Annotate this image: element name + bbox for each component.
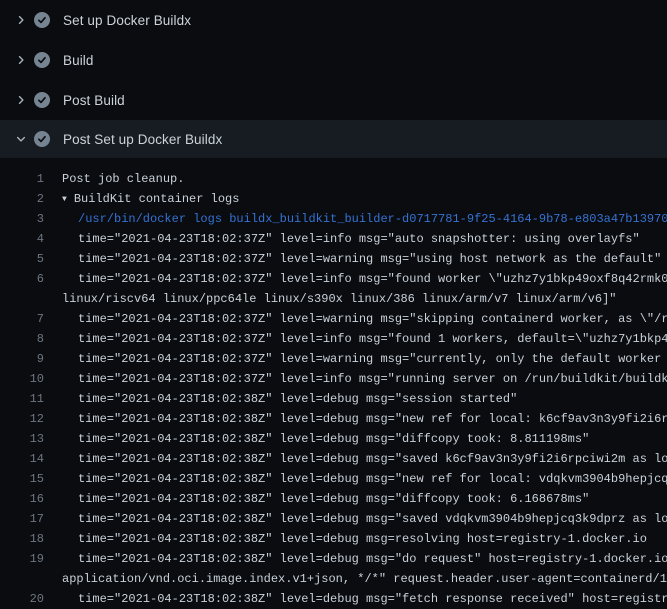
log-text: time="2021-04-23T18:02:37Z" level=info m… bbox=[62, 329, 667, 349]
line-number[interactable]: 12 bbox=[0, 409, 44, 429]
line-number[interactable]: 8 bbox=[0, 329, 44, 349]
check-circle-icon bbox=[34, 12, 50, 28]
log-text: time="2021-04-23T18:02:37Z" level=warnin… bbox=[62, 349, 667, 369]
log-line: 12 time="2021-04-23T18:02:38Z" level=debu… bbox=[0, 409, 667, 429]
log-text: time="2021-04-23T18:02:38Z" level=debug … bbox=[62, 529, 647, 549]
line-number[interactable]: 17 bbox=[0, 509, 44, 529]
triangle-down-icon: ▼ bbox=[62, 190, 67, 210]
check-circle-icon bbox=[34, 131, 50, 147]
log-line: 6 time="2021-04-23T18:02:37Z" level=info … bbox=[0, 269, 667, 289]
line-number[interactable]: 14 bbox=[0, 449, 44, 469]
log-text: time="2021-04-23T18:02:38Z" level=debug … bbox=[62, 589, 667, 609]
log-line: 16 time="2021-04-23T18:02:38Z" level=debu… bbox=[0, 489, 667, 509]
line-number[interactable]: 20 bbox=[0, 589, 44, 609]
line-number[interactable]: 3 bbox=[0, 209, 44, 229]
log-line: 10 time="2021-04-23T18:02:37Z" level=info… bbox=[0, 369, 667, 389]
log-line: 11 time="2021-04-23T18:02:38Z" level=debu… bbox=[0, 389, 667, 409]
log-text: time="2021-04-23T18:02:38Z" level=debug … bbox=[62, 409, 667, 429]
section-build[interactable]: Build bbox=[0, 40, 667, 80]
section-label: Build bbox=[63, 53, 94, 68]
line-number[interactable]: 13 bbox=[0, 429, 44, 449]
log-line: 15 time="2021-04-23T18:02:38Z" level=debu… bbox=[0, 469, 667, 489]
check-circle-icon bbox=[34, 52, 50, 68]
log-group-toggle[interactable]: ▼BuildKit container logs bbox=[62, 189, 239, 209]
log-area: 1 Post job cleanup. 2 ▼BuildKit container l… bbox=[0, 158, 667, 609]
line-number[interactable]: 4 bbox=[0, 229, 44, 249]
check-circle-icon bbox=[34, 92, 50, 108]
log-line: 4 time="2021-04-23T18:02:37Z" level=info … bbox=[0, 229, 667, 249]
log-line: application/vnd.oci.image.index.v1+json,… bbox=[0, 569, 667, 589]
line-number bbox=[0, 289, 44, 309]
line-number[interactable]: 2 bbox=[0, 189, 44, 209]
line-number[interactable]: 7 bbox=[0, 309, 44, 329]
line-number[interactable]: 16 bbox=[0, 489, 44, 509]
line-number[interactable]: 19 bbox=[0, 549, 44, 569]
step-sections: Set up Docker Buildx Build Post Build Po… bbox=[0, 0, 667, 158]
log-line: 1 Post job cleanup. bbox=[0, 169, 667, 189]
log-text: time="2021-04-23T18:02:38Z" level=debug … bbox=[62, 549, 667, 569]
log-line: 8 time="2021-04-23T18:02:37Z" level=info … bbox=[0, 329, 667, 349]
line-number[interactable]: 18 bbox=[0, 529, 44, 549]
log-text: time="2021-04-23T18:02:38Z" level=debug … bbox=[62, 489, 589, 509]
log-line: 13 time="2021-04-23T18:02:38Z" level=debu… bbox=[0, 429, 667, 449]
log-line: 19 time="2021-04-23T18:02:38Z" level=debu… bbox=[0, 549, 667, 569]
log-text: time="2021-04-23T18:02:37Z" level=info m… bbox=[62, 269, 667, 289]
log-line: 5 time="2021-04-23T18:02:37Z" level=warni… bbox=[0, 249, 667, 269]
log-command-text: /usr/bin/docker logs buildx_buildkit_bui… bbox=[62, 209, 667, 229]
line-number[interactable]: 15 bbox=[0, 469, 44, 489]
section-post-build[interactable]: Post Build bbox=[0, 80, 667, 120]
log-text: Post job cleanup. bbox=[62, 169, 184, 189]
section-set-up-docker-buildx[interactable]: Set up Docker Buildx bbox=[0, 0, 667, 40]
log-text-continuation: linux/riscv64 linux/ppc64le linux/s390x … bbox=[62, 289, 617, 309]
log-text: time="2021-04-23T18:02:37Z" level=info m… bbox=[62, 369, 667, 389]
log-text: time="2021-04-23T18:02:38Z" level=debug … bbox=[62, 509, 667, 529]
log-line: 9 time="2021-04-23T18:02:37Z" level=warni… bbox=[0, 349, 667, 369]
chevron-right-icon bbox=[13, 12, 29, 28]
log-text: time="2021-04-23T18:02:38Z" level=debug … bbox=[62, 389, 517, 409]
log-text-continuation: application/vnd.oci.image.index.v1+json,… bbox=[62, 569, 667, 589]
log-line: linux/riscv64 linux/ppc64le linux/s390x … bbox=[0, 289, 667, 309]
section-label: Post Build bbox=[63, 93, 125, 108]
line-number[interactable]: 10 bbox=[0, 369, 44, 389]
log-line: 2 ▼BuildKit container logs bbox=[0, 189, 667, 209]
log-line: 7 time="2021-04-23T18:02:37Z" level=warni… bbox=[0, 309, 667, 329]
section-label: Set up Docker Buildx bbox=[63, 13, 191, 28]
log-line: 14 time="2021-04-23T18:02:38Z" level=debu… bbox=[0, 449, 667, 469]
log-text: time="2021-04-23T18:02:37Z" level=info m… bbox=[62, 229, 640, 249]
log-text: time="2021-04-23T18:02:37Z" level=warnin… bbox=[62, 249, 661, 269]
log-text: time="2021-04-23T18:02:38Z" level=debug … bbox=[62, 469, 667, 489]
line-number[interactable]: 6 bbox=[0, 269, 44, 289]
log-text: time="2021-04-23T18:02:37Z" level=warnin… bbox=[62, 309, 667, 329]
line-number[interactable]: 11 bbox=[0, 389, 44, 409]
log-text: time="2021-04-23T18:02:38Z" level=debug … bbox=[62, 449, 667, 469]
line-number[interactable]: 1 bbox=[0, 169, 44, 189]
section-post-set-up-docker-buildx[interactable]: Post Set up Docker Buildx bbox=[0, 120, 667, 158]
log-line: 20 time="2021-04-23T18:02:38Z" level=debu… bbox=[0, 589, 667, 609]
section-label: Post Set up Docker Buildx bbox=[63, 132, 222, 147]
log-line: 17 time="2021-04-23T18:02:38Z" level=debu… bbox=[0, 509, 667, 529]
log-line: 3/usr/bin/docker logs buildx_buildkit_bu… bbox=[0, 209, 667, 229]
line-number bbox=[0, 569, 44, 589]
chevron-right-icon bbox=[13, 92, 29, 108]
log-text: time="2021-04-23T18:02:38Z" level=debug … bbox=[62, 429, 589, 449]
log-line: 18 time="2021-04-23T18:02:38Z" level=debu… bbox=[0, 529, 667, 549]
line-number[interactable]: 5 bbox=[0, 249, 44, 269]
line-number[interactable]: 9 bbox=[0, 349, 44, 369]
chevron-down-icon bbox=[13, 131, 29, 147]
chevron-right-icon bbox=[13, 52, 29, 68]
